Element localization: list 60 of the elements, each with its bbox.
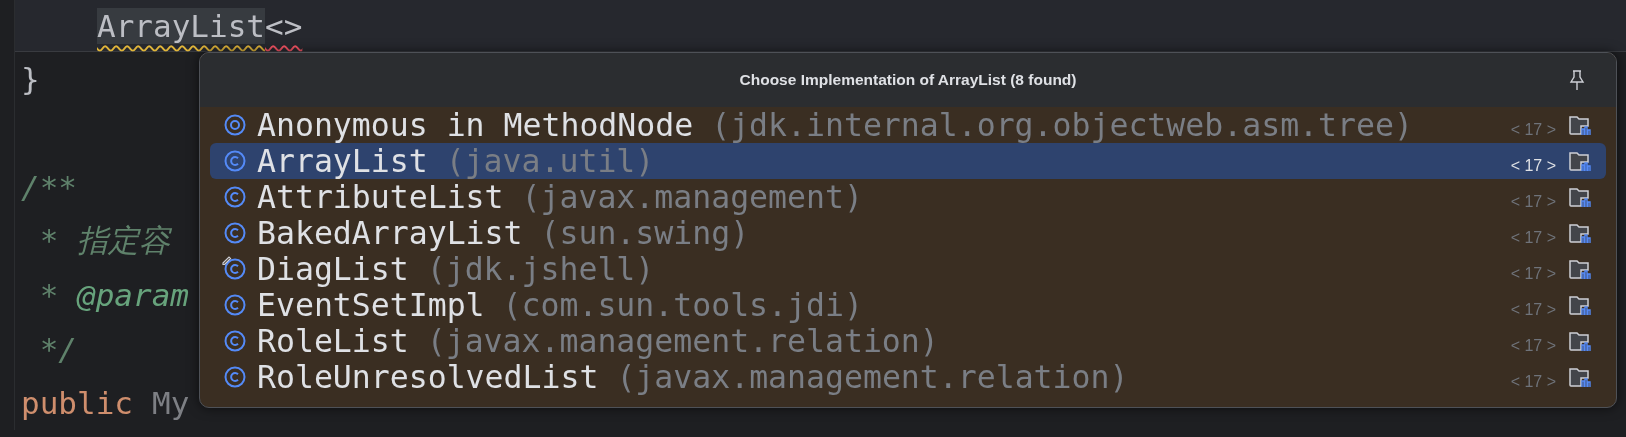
package-name: (javax.management.relation) — [616, 359, 1129, 395]
library-folder-icon — [1568, 222, 1592, 244]
comment-text: * 指定容 — [38, 221, 170, 260]
jdk-version: < 17 > — [1510, 229, 1556, 247]
implementation-item[interactable]: RoleList (javax.management.relation) < 17 > — [210, 323, 1606, 359]
code-text: My — [152, 385, 190, 421]
jdk-version: < 17 > — [1510, 121, 1556, 139]
implementation-item[interactable]: ArrayList (java.util) < 17 > — [210, 143, 1606, 179]
class-name: BakedArrayList — [257, 215, 523, 251]
keyword: public — [21, 385, 133, 421]
class-icon — [224, 186, 246, 208]
implementation-item[interactable]: RoleUnresolvedList (javax.management.relation) < 17 > — [210, 359, 1606, 395]
class-icon — [224, 294, 246, 316]
class-name: RoleUnresolvedList — [257, 359, 599, 395]
jdk-version: < 17 > — [1510, 337, 1556, 355]
doc-tag: @param — [77, 277, 189, 313]
implementation-item[interactable]: BakedArrayList (sun.swing) < 17 > — [210, 215, 1606, 251]
class-name: ArrayList — [257, 143, 428, 179]
jdk-version: < 17 > — [1510, 301, 1556, 319]
implementation-item[interactable]: DiagList (jdk.jshell) < 17 > — [210, 251, 1606, 287]
comment-text: /** — [21, 169, 77, 205]
library-folder-icon — [1568, 330, 1592, 352]
library-folder-icon — [1568, 258, 1592, 280]
class-name: EventSetImpl — [257, 287, 485, 323]
code-text: ArrayList — [97, 7, 265, 44]
class-icon — [224, 330, 246, 352]
class-icon — [224, 150, 246, 172]
code-text: <> — [265, 7, 303, 44]
package-name: (com.sun.tools.jdi) — [502, 287, 863, 323]
class-name: RoleList — [257, 323, 409, 359]
package-name: (javax.management.relation) — [426, 323, 939, 359]
package-name: (jdk.internal.org.objectweb.asm.tree) — [711, 107, 1413, 143]
package-name: (sun.swing) — [540, 215, 750, 251]
implementation-item[interactable]: Anonymous in MethodNode (jdk.internal.org.objectweb.asm.tree) < 17 > — [210, 107, 1606, 143]
class-icon — [224, 258, 246, 280]
library-folder-icon — [1568, 114, 1592, 136]
anonymous-class-icon — [224, 114, 246, 136]
class-name: AttributeList — [257, 179, 504, 215]
library-folder-icon — [1568, 150, 1592, 172]
jdk-version: < 17 > — [1510, 373, 1556, 391]
library-folder-icon — [1568, 186, 1592, 208]
code-text: } — [21, 61, 40, 97]
pin-icon[interactable] — [1568, 69, 1586, 91]
jdk-version: < 17 > — [1510, 157, 1556, 175]
library-folder-icon — [1568, 294, 1592, 316]
class-icon — [224, 222, 246, 244]
jdk-version: < 17 > — [1510, 265, 1556, 283]
popup-title: Choose Implementation of ArrayList (8 found) — [739, 71, 1077, 89]
class-name: DiagList — [257, 251, 409, 287]
class-name: Anonymous in MethodNode — [257, 107, 694, 143]
package-name: (javax.management) — [521, 179, 863, 215]
jdk-version: < 17 > — [1510, 193, 1556, 211]
class-icon — [224, 366, 246, 388]
package-name: (jdk.jshell) — [426, 251, 655, 287]
package-name: (java.util) — [445, 143, 655, 179]
implementation-item[interactable]: EventSetImpl (com.sun.tools.jdi) < 17 > — [210, 287, 1606, 323]
library-folder-icon — [1568, 366, 1592, 388]
comment-text: */ — [38, 331, 77, 367]
comment-text: * — [38, 277, 60, 313]
implementation-item[interactable]: AttributeList (javax.management) < 17 > — [210, 179, 1606, 215]
